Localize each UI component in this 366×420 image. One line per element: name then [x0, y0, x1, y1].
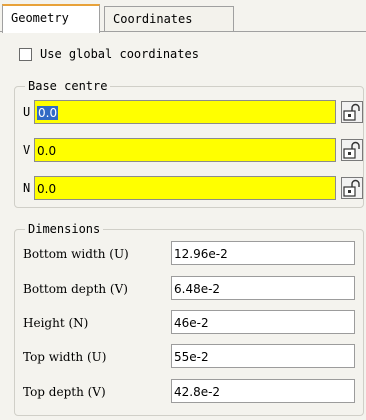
- tab-geometry[interactable]: Geometry: [2, 4, 100, 33]
- top-width-label: Top width (U): [23, 350, 107, 364]
- base-centre-title: Base centre: [25, 79, 111, 93]
- coord-input-v-value: 0.0: [37, 144, 57, 158]
- bottom-depth-label: Bottom depth (V): [23, 282, 128, 296]
- bottom-width-input[interactable]: 12.96e-2: [171, 241, 355, 265]
- coord-input-u[interactable]: 0.0: [34, 100, 336, 124]
- tab-coordinates[interactable]: Coordinates: [104, 6, 234, 32]
- coord-input-n[interactable]: 0.0: [34, 176, 336, 200]
- dim-row-bottom-width: Bottom width (U) 12.96e-2: [23, 241, 355, 265]
- coord-input-u-value: 0.0: [37, 106, 59, 120]
- use-global-coordinates-checkbox[interactable]: [19, 47, 32, 61]
- height-input[interactable]: 46e-2: [171, 310, 355, 334]
- tab-bar: Geometry Coordinates: [0, 0, 366, 33]
- coord-input-n-value: 0.0: [37, 182, 57, 196]
- top-depth-input[interactable]: 42.8e-2: [171, 379, 355, 403]
- coord-row-u: U 0.0: [23, 100, 363, 124]
- use-global-coordinates-row[interactable]: Use global coordinates: [19, 46, 199, 62]
- padlock-icon[interactable]: [341, 177, 363, 199]
- base-centre-group: Base centre U 0.0 V 0.0 N 0.0: [14, 79, 364, 208]
- dim-row-height: Height (N) 46e-2: [23, 310, 355, 334]
- coord-row-v: V 0.0: [23, 138, 363, 162]
- dim-row-top-width: Top width (U) 55e-2: [23, 344, 355, 368]
- coord-input-v[interactable]: 0.0: [34, 138, 336, 162]
- padlock-icon[interactable]: [341, 139, 363, 161]
- tab-coordinates-label: Coordinates: [113, 12, 193, 26]
- dim-row-bottom-depth: Bottom depth (V) 6.48e-2: [23, 276, 355, 300]
- dimensions-group: Dimensions Bottom width (U) 12.96e-2 Bot…: [14, 222, 364, 416]
- top-width-input[interactable]: 55e-2: [171, 344, 355, 368]
- top-depth-label: Top depth (V): [23, 385, 106, 399]
- tab-geometry-label: Geometry: [11, 11, 69, 25]
- coord-row-n: N 0.0: [23, 176, 363, 200]
- padlock-icon[interactable]: [341, 101, 363, 123]
- bottom-width-label: Bottom width (U): [23, 247, 129, 261]
- height-label: Height (N): [23, 316, 89, 330]
- dimensions-title: Dimensions: [25, 222, 104, 236]
- bottom-depth-input[interactable]: 6.48e-2: [171, 276, 355, 300]
- use-global-coordinates-label: Use global coordinates: [40, 47, 199, 61]
- dim-row-top-depth: Top depth (V) 42.8e-2: [23, 379, 355, 403]
